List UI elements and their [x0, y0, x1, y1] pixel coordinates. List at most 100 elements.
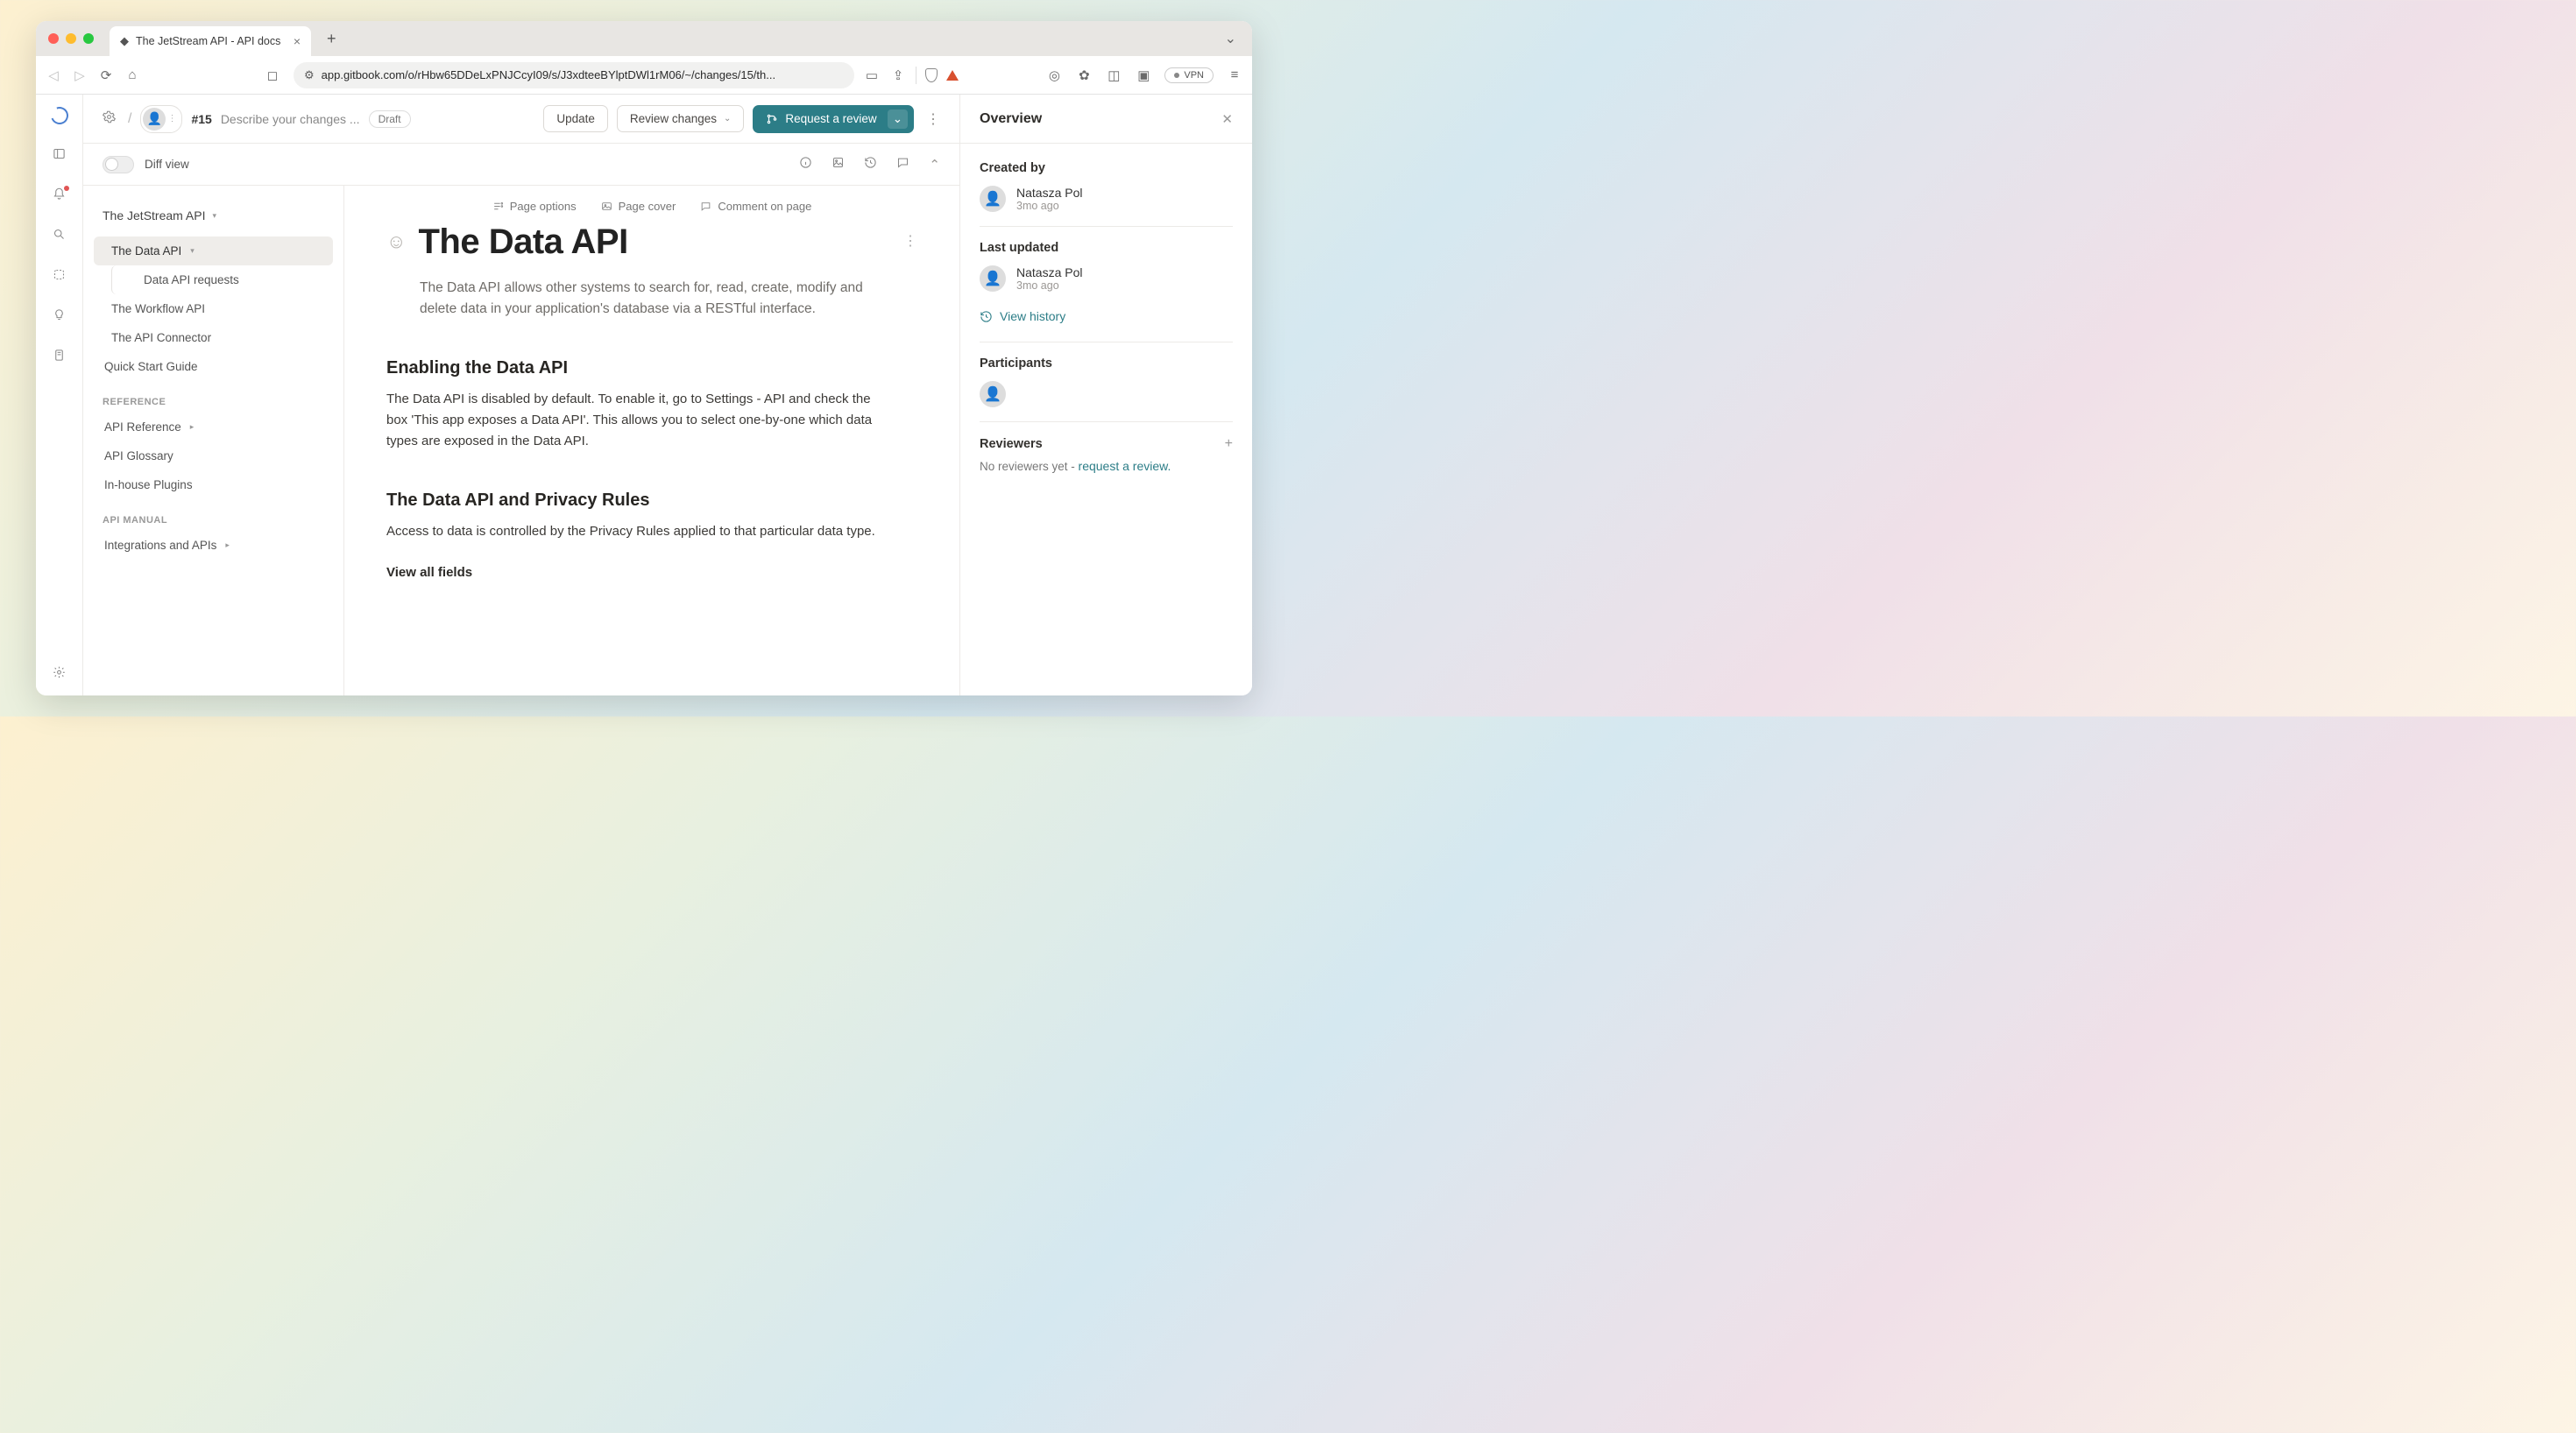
comment-page-button[interactable]: Comment on page	[700, 200, 811, 213]
comments-icon[interactable]	[896, 156, 909, 173]
nav-item-integrations[interactable]: Integrations and APIs▸	[94, 531, 333, 560]
page-cover-button[interactable]: Page cover	[601, 200, 676, 213]
space-settings-icon[interactable]	[99, 107, 119, 131]
change-description-input[interactable]: Describe your changes ...	[221, 112, 360, 126]
collapse-sidebar-icon[interactable]	[53, 147, 66, 165]
collapse-panel-icon[interactable]: ⌃	[929, 157, 940, 173]
emoji-picker-icon[interactable]: ☺	[386, 230, 406, 253]
image-icon[interactable]	[832, 156, 845, 173]
nav-item-api-reference[interactable]: API Reference▸	[94, 413, 333, 441]
caret-right-icon: ▸	[225, 540, 230, 550]
close-window-button[interactable]	[48, 33, 59, 44]
nav-item-api-connector[interactable]: The API Connector	[94, 323, 333, 352]
shield-icon[interactable]	[925, 68, 938, 82]
paragraph-privacy[interactable]: Access to data is controlled by the Priv…	[386, 521, 877, 542]
new-tab-button[interactable]: +	[318, 30, 345, 48]
nav-item-quick-start[interactable]: Quick Start Guide	[94, 352, 333, 381]
notification-dot-icon	[64, 186, 69, 191]
page-options-button[interactable]: Page options	[492, 200, 577, 213]
settings-icon[interactable]	[53, 666, 66, 683]
overview-header: Overview ✕	[960, 95, 1252, 144]
main-column: / 👤 ⋮ #15 Describe your changes ... Draf…	[83, 95, 959, 695]
wallet-icon[interactable]: ▣	[1135, 67, 1152, 83]
window-controls	[48, 33, 94, 44]
view-history-link[interactable]: View history	[980, 309, 1065, 323]
site-settings-icon[interactable]: ⚙	[304, 68, 315, 82]
update-button[interactable]: Update	[543, 105, 608, 132]
heading-view-fields[interactable]: View all fields	[386, 565, 917, 580]
nav-item-inhouse-plugins[interactable]: In-house Plugins	[94, 470, 333, 499]
close-tab-button[interactable]: ×	[294, 34, 301, 48]
nav-item-workflow-api[interactable]: The Workflow API	[94, 294, 333, 323]
participant-avatar[interactable]: 👤	[980, 381, 1006, 407]
browser-tab[interactable]: ◆ The JetStream API - API docs ×	[110, 26, 311, 56]
vpn-button[interactable]: VPN	[1164, 67, 1214, 83]
change-number[interactable]: #15	[191, 112, 211, 126]
draft-badge: Draft	[369, 110, 411, 128]
created-by-user[interactable]: 👤 Natasza Pol 3mo ago	[980, 186, 1233, 212]
diff-view-toggle[interactable]	[103, 156, 134, 173]
author-avatar-chip[interactable]: 👤 ⋮	[140, 105, 182, 133]
brave-icon[interactable]	[946, 70, 959, 81]
close-panel-button[interactable]: ✕	[1221, 111, 1233, 127]
page-title-menu[interactable]: ⋮	[903, 232, 917, 250]
avatar-icon: 👤	[143, 108, 166, 131]
menu-button[interactable]: ≡	[1226, 67, 1243, 82]
updater-name: Natasza Pol	[1016, 265, 1082, 279]
snippets-icon[interactable]	[53, 268, 66, 286]
page-action-row: Page options Page cover Comment on page	[386, 200, 917, 213]
diff-view-label: Diff view	[145, 158, 189, 171]
chevron-down-icon[interactable]: ⌄	[888, 109, 908, 129]
nav-section-manual: API MANUAL	[94, 499, 333, 531]
diff-view-bar: Diff view ⌃	[83, 144, 959, 186]
more-menu-button[interactable]: ⋮	[923, 107, 944, 131]
heading-enabling[interactable]: Enabling the Data API	[386, 358, 917, 378]
extensions-icon[interactable]: ✿	[1075, 67, 1093, 83]
back-button[interactable]: ◁	[45, 67, 62, 83]
nav-item-api-glossary[interactable]: API Glossary	[94, 441, 333, 470]
rewards-icon[interactable]: ◎	[1045, 67, 1063, 83]
responsive-icon[interactable]: ▭	[863, 67, 881, 83]
creator-time: 3mo ago	[1016, 200, 1082, 212]
review-changes-button[interactable]: Review changes⌄	[617, 105, 744, 132]
space-root-item[interactable]: The JetStream API▾	[94, 201, 333, 229]
search-icon[interactable]	[53, 228, 66, 245]
maximize-window-button[interactable]	[83, 33, 94, 44]
request-review-button[interactable]: Request a review ⌄	[753, 105, 914, 133]
gitbook-logo-icon[interactable]	[47, 104, 71, 128]
bookmark-icon[interactable]: ◻︎	[264, 67, 281, 83]
minimize-window-button[interactable]	[66, 33, 76, 44]
forward-button[interactable]: ▷	[71, 67, 88, 83]
address-bar[interactable]: ⚙ app.gitbook.com/o/rHbw65DDeLxPNJCcyI09…	[294, 62, 854, 88]
updated-by-user[interactable]: 👤 Natasza Pol 3mo ago	[980, 265, 1233, 292]
reload-button[interactable]: ⟳	[97, 67, 115, 83]
share-icon[interactable]: ⇪	[889, 67, 907, 83]
info-icon[interactable]	[799, 156, 812, 173]
page-title[interactable]: The Data API	[418, 222, 627, 262]
title-bar: ◆ The JetStream API - API docs × + ⌄	[36, 21, 1252, 56]
add-reviewer-button[interactable]: +	[1225, 436, 1233, 452]
nav-item-data-api[interactable]: The Data API▾	[94, 236, 333, 265]
paragraph-enabling[interactable]: The Data API is disabled by default. To …	[386, 389, 877, 452]
caret-down-icon: ▾	[213, 211, 217, 221]
notifications-icon[interactable]	[53, 187, 66, 205]
no-reviewers-text: No reviewers yet - request a review.	[980, 459, 1233, 473]
sidebar-icon[interactable]: ◫	[1105, 67, 1122, 83]
request-review-link[interactable]: request a review.	[1079, 459, 1171, 473]
tab-overflow-button[interactable]: ⌄	[1221, 26, 1240, 51]
files-icon[interactable]	[53, 349, 66, 366]
nav-item-data-api-requests[interactable]: Data API requests	[111, 265, 333, 294]
history-icon[interactable]	[864, 156, 877, 173]
page-tree: The JetStream API▾ The Data API▾ Data AP…	[83, 186, 344, 695]
overview-panel: Overview ✕ Created by 👤 Natasza Pol 3mo …	[959, 95, 1252, 695]
url-text: app.gitbook.com/o/rHbw65DDeLxPNJCcyI09/s…	[322, 68, 775, 81]
caret-down-icon: ▾	[190, 246, 195, 256]
avatar-icon: 👤	[980, 186, 1006, 212]
home-button[interactable]: ⌂	[124, 67, 141, 82]
page-editor[interactable]: Page options Page cover Comment on page …	[344, 186, 959, 695]
app-shell: / 👤 ⋮ #15 Describe your changes ... Draf…	[36, 95, 1252, 695]
hints-icon[interactable]	[53, 308, 66, 326]
heading-privacy[interactable]: The Data API and Privacy Rules	[386, 491, 917, 511]
page-description[interactable]: The Data API allows other systems to sea…	[420, 278, 875, 320]
url-bar: ◁ ▷ ⟳ ⌂ ◻︎ ⚙ app.gitbook.com/o/rHbw65DDe…	[36, 56, 1252, 95]
